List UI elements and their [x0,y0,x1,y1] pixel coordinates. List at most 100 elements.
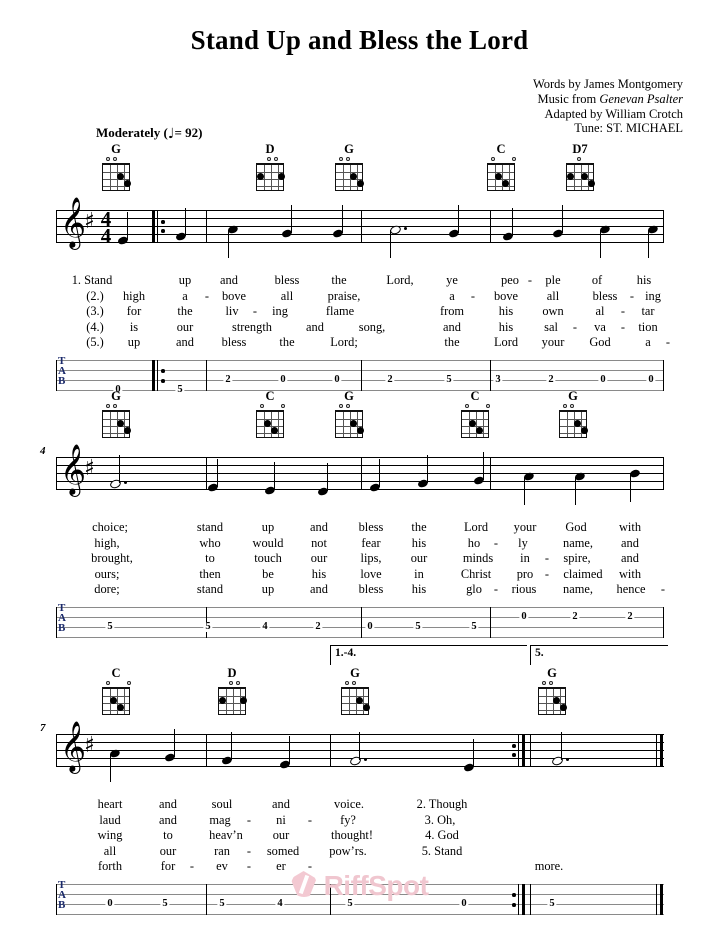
open-string-icon [105,681,110,685]
music-system-2: G C G C G 𝄞 ♯ 4 choice; stand up and bless the Lord you… [0,390,719,647]
lyric-syllable: all [280,288,294,303]
tempo-bpm: = 92 [174,125,199,140]
fret-wire-line [103,696,129,697]
lyric-syllable: spire, [563,551,591,566]
lyric-syllable: the [411,520,427,534]
lyric-syllable: your [541,335,565,350]
note-stem [327,463,329,491]
fret-wire-line [103,172,129,173]
tab-fret-number: 2 [385,374,395,385]
lyric-syllable: own [542,304,564,319]
lyric-verse-line: brought, to touch our lips, our minds in - spire,… [0,551,719,567]
lyric-syllable: ing [272,304,288,319]
tab-measure-barline [490,607,491,638]
lyric-syllable: 5. Stand [421,843,463,858]
fret-grid [566,163,596,191]
lyric-syllable: his [311,566,327,581]
lyric-syllable: and [159,797,177,811]
chord-name: G [111,389,121,403]
lyric-syllable: Christ [460,566,492,581]
measure-number: 4 [40,445,46,457]
lyric-syllable: rious [511,582,537,597]
tab-line [56,627,664,628]
chord-name: G [547,666,557,680]
page-title: Stand Up and Bless the Lord [190,25,529,55]
fret-wire-line [257,433,283,434]
note-stem [174,729,176,757]
finger-dot [560,704,568,712]
lyric-syllable: in [520,551,530,566]
lyric-verse-line: (3.) for the liv - ing flame from his own al - tar [0,304,719,320]
lyric-hyphen: - [572,319,578,334]
note-stem [600,230,602,258]
tempo-marking: Moderately (♩= 92) [96,125,203,142]
lyric-verse-line: heart and soul and voice. 2. Though [0,797,719,813]
note-stem [524,477,526,505]
lyric-syllable: the [331,273,347,287]
lyric-syllable: Lord, [386,273,414,287]
lyric-syllable: ni [276,812,286,827]
fret-wire-line [488,179,514,180]
finger-dot [124,180,132,188]
fretboard-diagram [256,404,285,438]
lyric-syllable: song, [358,319,386,334]
chord-name: C [470,389,480,403]
lyric-syllable: bless [274,273,300,287]
note-stem [274,462,276,490]
fret-wire-line [336,419,362,420]
tab-lines [56,360,664,391]
chord-diagram: D [250,143,290,191]
fret-wire-line [103,703,129,704]
lyric-syllable: our [176,319,194,334]
note-stem [648,230,650,258]
lyric-syllable: va [594,319,606,334]
fret-wire-line [103,710,129,711]
lyric-syllable: his [411,582,427,597]
fret-grid [487,163,515,191]
riffspot-logo: RiffSpot [0,870,719,902]
fret-grid [559,410,589,438]
tab-end-barline [663,360,664,391]
note-stem [110,754,112,782]
tab-fret-number: 0 [598,374,608,385]
chord-diagram: G [96,143,136,191]
tab-end-barline [663,607,664,638]
tab-fret-number: 2 [625,611,635,622]
lyric-syllable: his [636,273,652,287]
lyric-hyphen: - [470,288,476,303]
tab-fret-number: 0 [365,621,375,632]
lyrics-block: 1. Stand up and bless the Lord, ye peo - ple of his… [0,273,719,355]
lyric-syllable: ye [446,273,458,287]
note-stem [630,474,632,502]
credit-source-italic: Genevan Psalter [599,91,683,106]
repeat-dot [512,753,516,757]
fret-grid [102,687,130,715]
open-string-icon [126,681,131,685]
open-string-icon [351,681,356,685]
tempo-paren-close: ) [198,125,203,140]
lyric-verse-line: (4.) is our strength and song, and his sal - va - ti… [0,320,719,336]
lyric-syllable: the [177,304,193,319]
fret-wire-line [257,426,283,427]
lyric-syllable: heav’n [209,828,243,843]
lyric-syllable: who [199,535,221,550]
fretboard-diagram [461,404,490,438]
augmentation-dot [404,227,407,230]
lyric-syllable: of [591,273,603,287]
chord-name: G [344,142,354,156]
lyric-syllable: al [595,304,605,319]
note-stem [185,208,187,236]
note-stem [575,477,577,505]
lyric-syllable: and [310,582,328,597]
open-string-icon [490,157,495,161]
tab-fret-number: 5 [413,621,423,632]
lyric-hyphen: - [620,319,626,334]
fret-wire-line [488,186,514,187]
chord-name: D [227,666,237,680]
finger-dot [588,180,596,188]
lyric-syllable: stand [196,520,224,534]
lyric-syllable: 3. Oh, [424,812,456,827]
lyric-syllable: our [410,551,428,566]
lyric-syllable: our [310,551,328,566]
lyric-syllable: name, [563,535,593,550]
